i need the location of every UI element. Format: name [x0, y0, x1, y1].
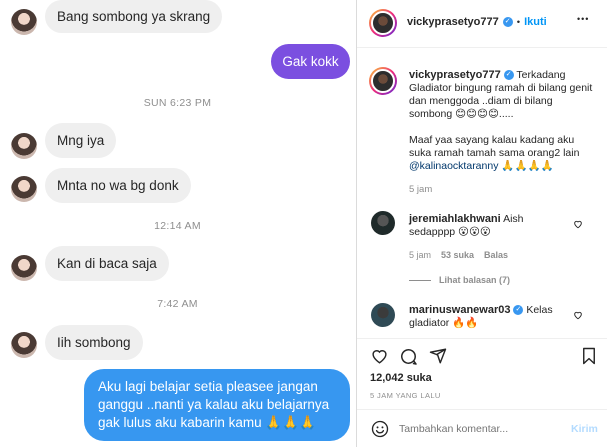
caption-continued: Maaf yaa sayang kalau kadang aku suka ra…	[409, 134, 597, 173]
commenter-avatar[interactable]	[371, 211, 395, 235]
timestamp: 12:14 AM	[154, 220, 201, 232]
incoming-message: Kan di baca saja	[45, 246, 169, 281]
post-panel: vickyprasetyo777 ✓ • Ikuti ••• vickypras…	[357, 0, 607, 447]
incoming-message: Mnta no wa bg donk	[45, 168, 191, 203]
verified-icon: ✓	[502, 17, 513, 27]
emoji-icon[interactable]	[371, 420, 389, 438]
mention-link[interactable]: @kalinaocktaranny	[409, 160, 498, 172]
sender-avatar[interactable]	[11, 133, 37, 159]
follow-button[interactable]: Ikuti	[524, 16, 547, 28]
sender-avatar[interactable]	[11, 176, 37, 202]
comment-username[interactable]: marinuswanewar03	[409, 304, 511, 316]
comment-meta: 5 jam 53 suka Balas	[409, 250, 508, 260]
like-heart-icon[interactable]	[370, 347, 389, 365]
likes-count[interactable]: 12,042 suka	[370, 372, 432, 384]
chat-thread: Bang sombong ya skrang Gak kokk SUN 6:23…	[0, 0, 360, 447]
more-options-icon[interactable]: •••	[577, 14, 589, 24]
post-header: vickyprasetyo777 ✓ • Ikuti	[407, 16, 547, 28]
heart-icon[interactable]	[573, 219, 583, 229]
comment: jeremiahlakhwani Aish sedapppp 😮😮😮	[409, 213, 569, 239]
caption-text-2: Maaf yaa sayang kalau kadang aku suka ra…	[409, 134, 580, 159]
comment: marinuswanewar03 ✓ Kelas gladiator 🔥🔥	[409, 304, 569, 330]
incoming-message: Mng iya	[45, 123, 117, 158]
comment-box-divider	[357, 409, 607, 410]
verified-icon: ✓	[513, 305, 524, 316]
comment-icon[interactable]	[399, 347, 418, 366]
separator: •	[516, 16, 521, 28]
caption-avatar[interactable]	[369, 67, 397, 95]
share-icon[interactable]	[429, 347, 447, 365]
sender-avatar[interactable]	[11, 9, 37, 35]
outgoing-message: Aku lagi belajar setia pleasee jangan ga…	[84, 369, 350, 441]
comment-input[interactable]	[399, 419, 559, 439]
author-username[interactable]: vickyprasetyo777	[407, 16, 499, 28]
post-date: 5 JAM YANG LALU	[370, 391, 441, 400]
author-avatar[interactable]	[369, 9, 397, 37]
comment-time: 5 jam	[409, 250, 432, 260]
comment-username[interactable]: jeremiahlakhwani	[409, 213, 501, 225]
view-replies-button[interactable]: Lihat balasan (7)	[409, 275, 510, 285]
reply-button[interactable]: Balas	[484, 250, 508, 260]
actions-divider	[357, 338, 607, 339]
verified-icon: ✓	[503, 70, 514, 81]
header-divider	[357, 47, 607, 48]
sender-avatar[interactable]	[11, 332, 37, 358]
caption-username[interactable]: vickyprasetyo777	[409, 69, 501, 81]
bookmark-icon[interactable]	[581, 347, 597, 365]
timestamp: SUN 6:23 PM	[143, 97, 212, 109]
caption-emoji: 🙏🙏🙏🙏	[501, 160, 554, 172]
incoming-message: Bang sombong ya skrang	[45, 0, 223, 33]
caption-time: 5 jam	[409, 184, 433, 195]
view-replies-label[interactable]: Lihat balasan (7)	[439, 275, 510, 285]
commenter-avatar[interactable]	[371, 303, 395, 327]
comment-likes[interactable]: 53 suka	[441, 250, 474, 260]
sender-avatar[interactable]	[11, 255, 37, 281]
outgoing-message: Gak kokk	[271, 44, 350, 79]
replies-line	[409, 279, 431, 281]
timestamp: 7:42 AM	[157, 298, 198, 310]
post-comment-button[interactable]: Kirim	[571, 423, 598, 435]
caption: vickyprasetyo777 ✓ Terkadang Gladiator b…	[409, 69, 597, 121]
heart-icon[interactable]	[573, 310, 583, 320]
incoming-message: Iih sombong	[45, 325, 143, 360]
